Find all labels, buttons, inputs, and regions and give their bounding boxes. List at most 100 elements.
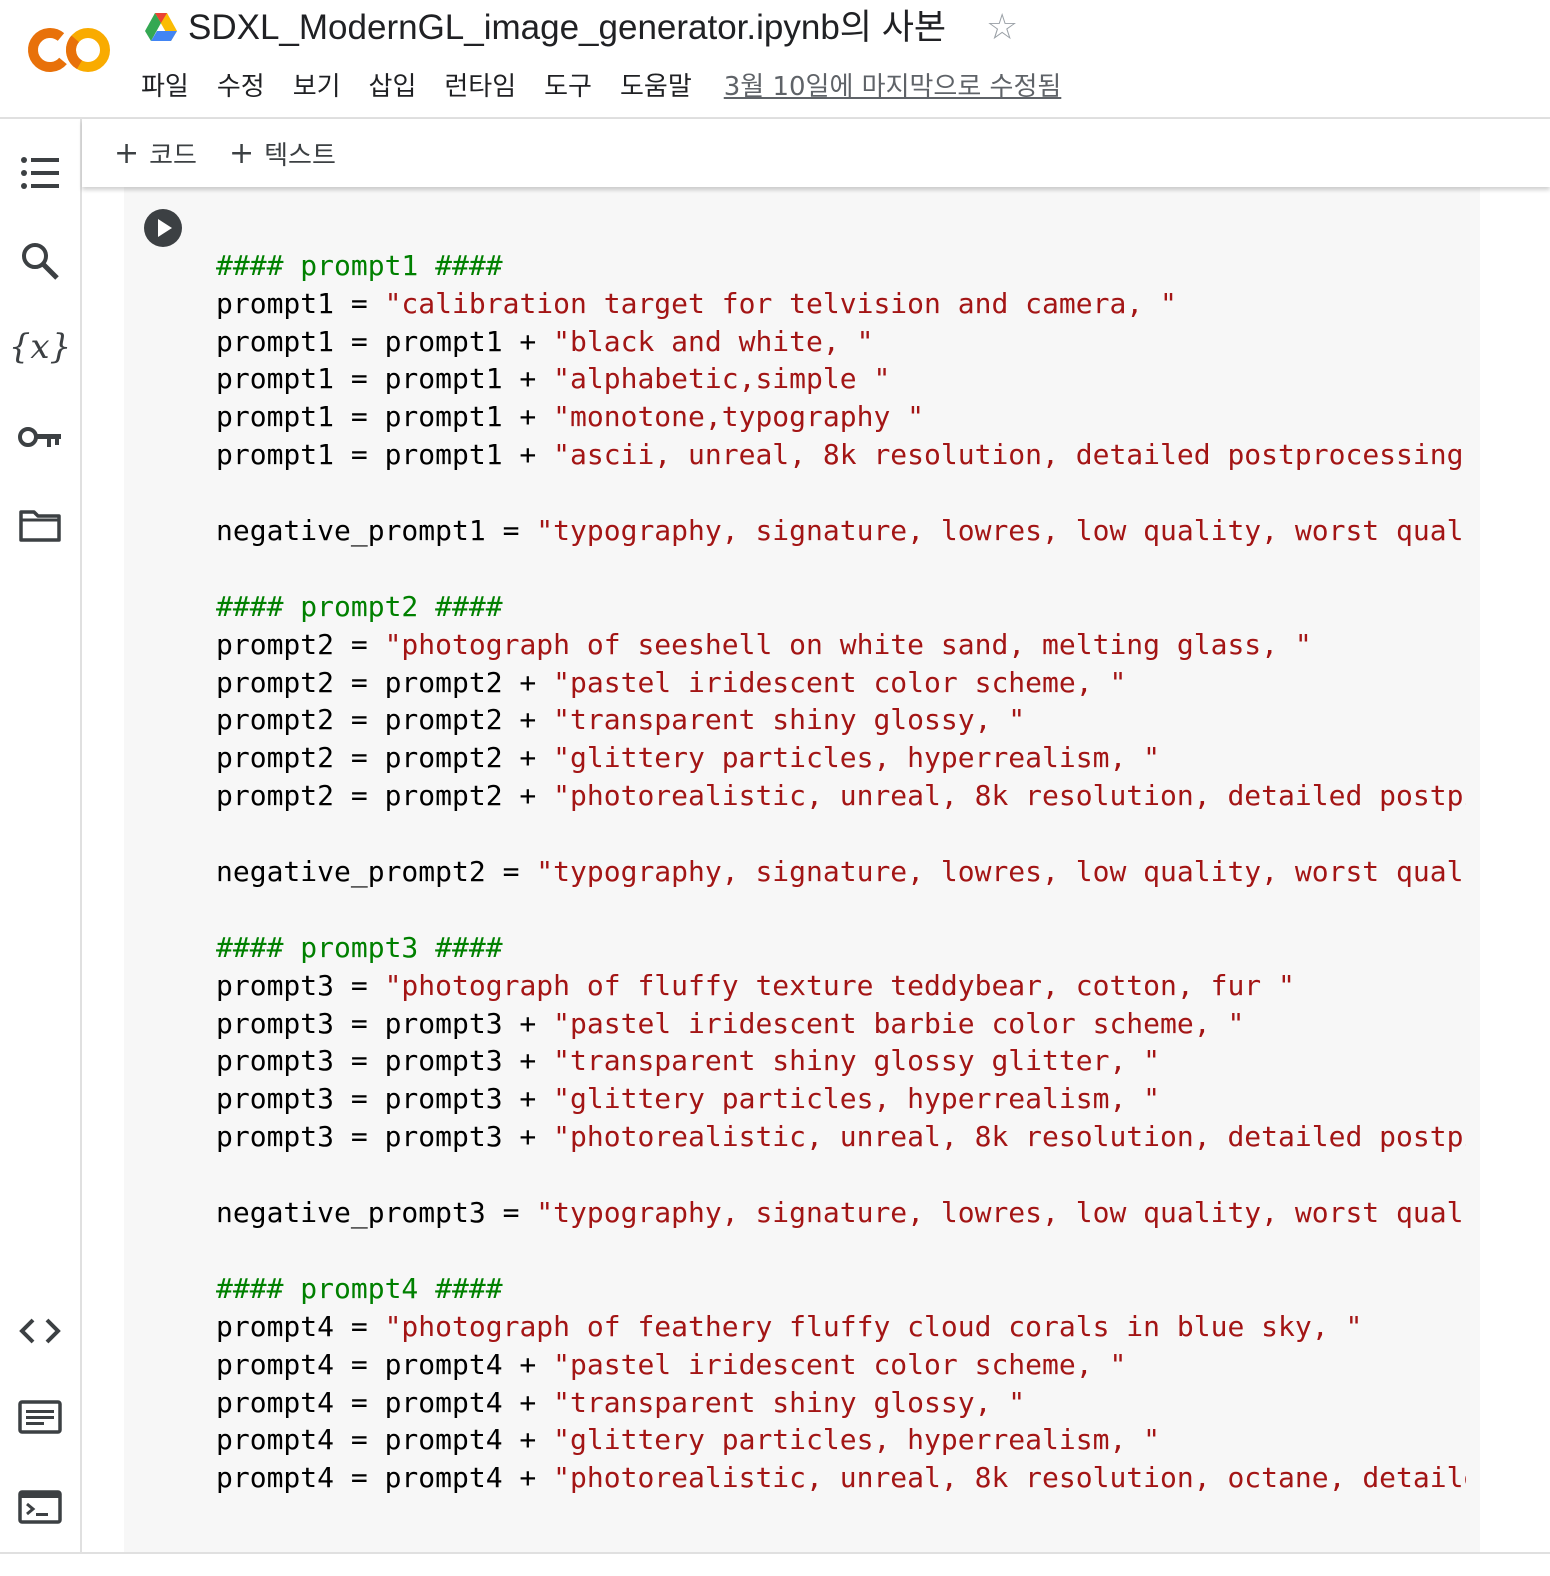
code-assignment: prompt1 = prompt1 + [216, 400, 554, 434]
files-button[interactable] [12, 497, 68, 553]
code-line: prompt3 = "photograph of fluffy texture … [216, 967, 1466, 1005]
add-code-label: 코드 [149, 140, 197, 171]
search-icon [22, 243, 59, 280]
code-assignment: prompt2 = prompt2 + [216, 779, 554, 813]
code-assignment: negative_prompt3 = [216, 1196, 537, 1230]
code-assignment: prompt3 = prompt3 + [216, 1120, 554, 1154]
code-line: prompt1 = prompt1 + "black and white, " [216, 323, 1466, 361]
code-line: prompt1 = prompt1 + "monotone,typography… [216, 398, 1466, 436]
secrets-button[interactable] [12, 409, 68, 465]
code-string: "typography, signature, lowres, low qual… [536, 855, 1466, 889]
folder-icon [19, 510, 61, 542]
left-sidebar: {𝑥} [0, 119, 82, 1574]
code-line: prompt4 = "photograph of feathery fluffy… [216, 1308, 1466, 1346]
command-palette-button[interactable] [12, 1389, 68, 1445]
variables-button[interactable]: {𝑥} [8, 319, 72, 375]
code-line: prompt3 = prompt3 + "photorealistic, unr… [216, 1118, 1466, 1156]
code-string: "photorealistic, unreal, 8k resolution, … [553, 1120, 1466, 1154]
menu-file[interactable]: 파일 [141, 66, 189, 103]
code-string: "monotone,typography " [553, 400, 925, 434]
code-line: prompt2 = prompt2 + "pastel iridescent c… [216, 664, 1466, 702]
plus-icon: + [114, 135, 140, 171]
variables-icon: {𝑥} [8, 327, 72, 367]
code-string: "photorealistic, unreal, 8k resolution, … [553, 779, 1466, 813]
notebook-title[interactable]: SDXL_ModernGL_image_generator.ipynb의 사본 [188, 6, 946, 50]
code-assignment: negative_prompt2 = [216, 855, 537, 889]
menu-insert[interactable]: 삽입 [369, 66, 417, 103]
code-assignment: prompt3 = prompt3 + [216, 1006, 554, 1040]
code-line: negative_prompt3 = "typography, signatur… [216, 1194, 1466, 1232]
last-edited-link[interactable]: 3월 10일에 마지막으로 수정됨 [724, 66, 1062, 103]
plus-icon: + [228, 135, 255, 171]
code-comment: #### prompt4 #### [216, 1271, 503, 1305]
menu-view[interactable]: 보기 [293, 66, 341, 103]
code-string: "photograph of fluffy texture teddybear,… [384, 968, 1295, 1002]
code-line: prompt1 = "calibration target for telvis… [216, 285, 1466, 323]
code-string: "photograph of seeshell on white sand, m… [384, 627, 1312, 661]
code-string: "typography, signature, lowres, low qual… [536, 1196, 1466, 1230]
code-comment: #### prompt3 #### [216, 930, 503, 964]
code-line: prompt2 = prompt2 + "transparent shiny g… [216, 701, 1466, 739]
code-line: prompt4 = prompt4 + "photorealistic, unr… [216, 1459, 1466, 1497]
code-assignment: prompt1 = [216, 286, 385, 320]
code-string: "transparent shiny glossy glitter, " [553, 1044, 1161, 1078]
code-line: prompt4 = prompt4 + "transparent shiny g… [216, 1384, 1466, 1422]
code-line: #### prompt4 #### [216, 1270, 1466, 1308]
code-line: prompt3 = prompt3 + "pastel iridescent b… [216, 1005, 1466, 1043]
menu-edit[interactable]: 수정 [217, 66, 265, 103]
menu-tools[interactable]: 도구 [544, 66, 592, 103]
code-comment: #### prompt1 #### [216, 248, 503, 282]
key-icon [18, 427, 61, 447]
code-assignment: prompt3 = prompt3 + [216, 1044, 554, 1078]
code-cell[interactable]: """ #### prompt1 #### prompt1 = "calibrati… [124, 187, 1480, 1552]
add-text-label: 텍스트 [264, 140, 336, 171]
code-line: prompt1 = prompt1 + "alphabetic,simple " [216, 360, 1466, 398]
search-button[interactable] [12, 233, 68, 289]
menu-help[interactable]: 도움말 [620, 66, 692, 103]
code-string: "ascii, unreal, 8k resolution, detailed … [553, 438, 1466, 472]
code-string: "glittery particles, hyperrealism, " [553, 741, 1161, 775]
menu-runtime[interactable]: 런타임 [444, 66, 516, 103]
code-line: prompt2 = "photograph of seeshell on whi… [216, 626, 1466, 664]
terminal-button[interactable] [12, 1479, 68, 1535]
code-string: "glittery particles, hyperrealism, " [553, 1423, 1161, 1457]
code-assignment: prompt2 = prompt2 + [216, 665, 554, 699]
code-string: "photorealistic, unreal, 8k resolution, … [553, 1461, 1466, 1495]
code-string: "photograph of feathery fluffy cloud cor… [384, 1309, 1363, 1343]
code-string: "calibration target for telvision and ca… [384, 286, 1177, 320]
code-line: prompt1 = prompt1 + "ascii, unreal, 8k r… [216, 436, 1466, 474]
star-icon[interactable]: ☆ [986, 8, 1018, 48]
code-line: prompt3 = prompt3 + "transparent shiny g… [216, 1042, 1466, 1080]
code-assignment: prompt2 = prompt2 + [216, 703, 554, 737]
code-string: "typography, signature, lowres, low qual… [536, 514, 1466, 548]
code-string: "pastel iridescent color scheme, " [553, 1347, 1127, 1381]
table-of-contents-button[interactable] [12, 145, 68, 201]
run-cell-button[interactable] [144, 209, 182, 247]
code-editor[interactable]: """ #### prompt1 #### prompt1 = "calibrati… [216, 187, 1466, 1551]
code-string: "transparent shiny glossy, " [553, 1385, 1026, 1419]
menu-bar: 파일 수정 보기 삽입 런타임 도구 도움말 3월 10일에 마지막으로 수정됨 [141, 64, 1061, 104]
code-line: #### prompt3 #### [216, 929, 1466, 967]
code-assignment: prompt1 = prompt1 + [216, 324, 554, 358]
code-assignment: prompt4 = prompt4 + [216, 1347, 554, 1381]
code-line: prompt2 = prompt2 + "glittery particles,… [216, 739, 1466, 777]
code-string: "pastel iridescent barbie color scheme, … [553, 1006, 1245, 1040]
code-line: #### prompt2 #### [216, 588, 1466, 626]
code-assignment: prompt4 = prompt4 + [216, 1461, 554, 1495]
code-string: "alphabetic,simple " [553, 362, 891, 396]
code-string: "pastel iridescent color scheme, " [553, 665, 1127, 699]
code-assignment: negative_prompt1 = [216, 514, 537, 548]
code-assignment: prompt1 = prompt1 + [216, 362, 554, 396]
code-snippets-button[interactable] [12, 1303, 68, 1359]
google-drive-icon[interactable] [144, 12, 178, 42]
add-code-cell-button[interactable]: + 코드 [114, 135, 197, 172]
colab-logo[interactable] [26, 22, 114, 78]
code-line: prompt3 = prompt3 + "glittery particles,… [216, 1080, 1466, 1118]
code-line: #### prompt1 #### [216, 247, 1466, 285]
notebook-header: SDXL_ModernGL_image_generator.ipynb의 사본 … [0, 0, 1550, 119]
add-text-cell-button[interactable]: + 텍스트 [229, 135, 336, 172]
